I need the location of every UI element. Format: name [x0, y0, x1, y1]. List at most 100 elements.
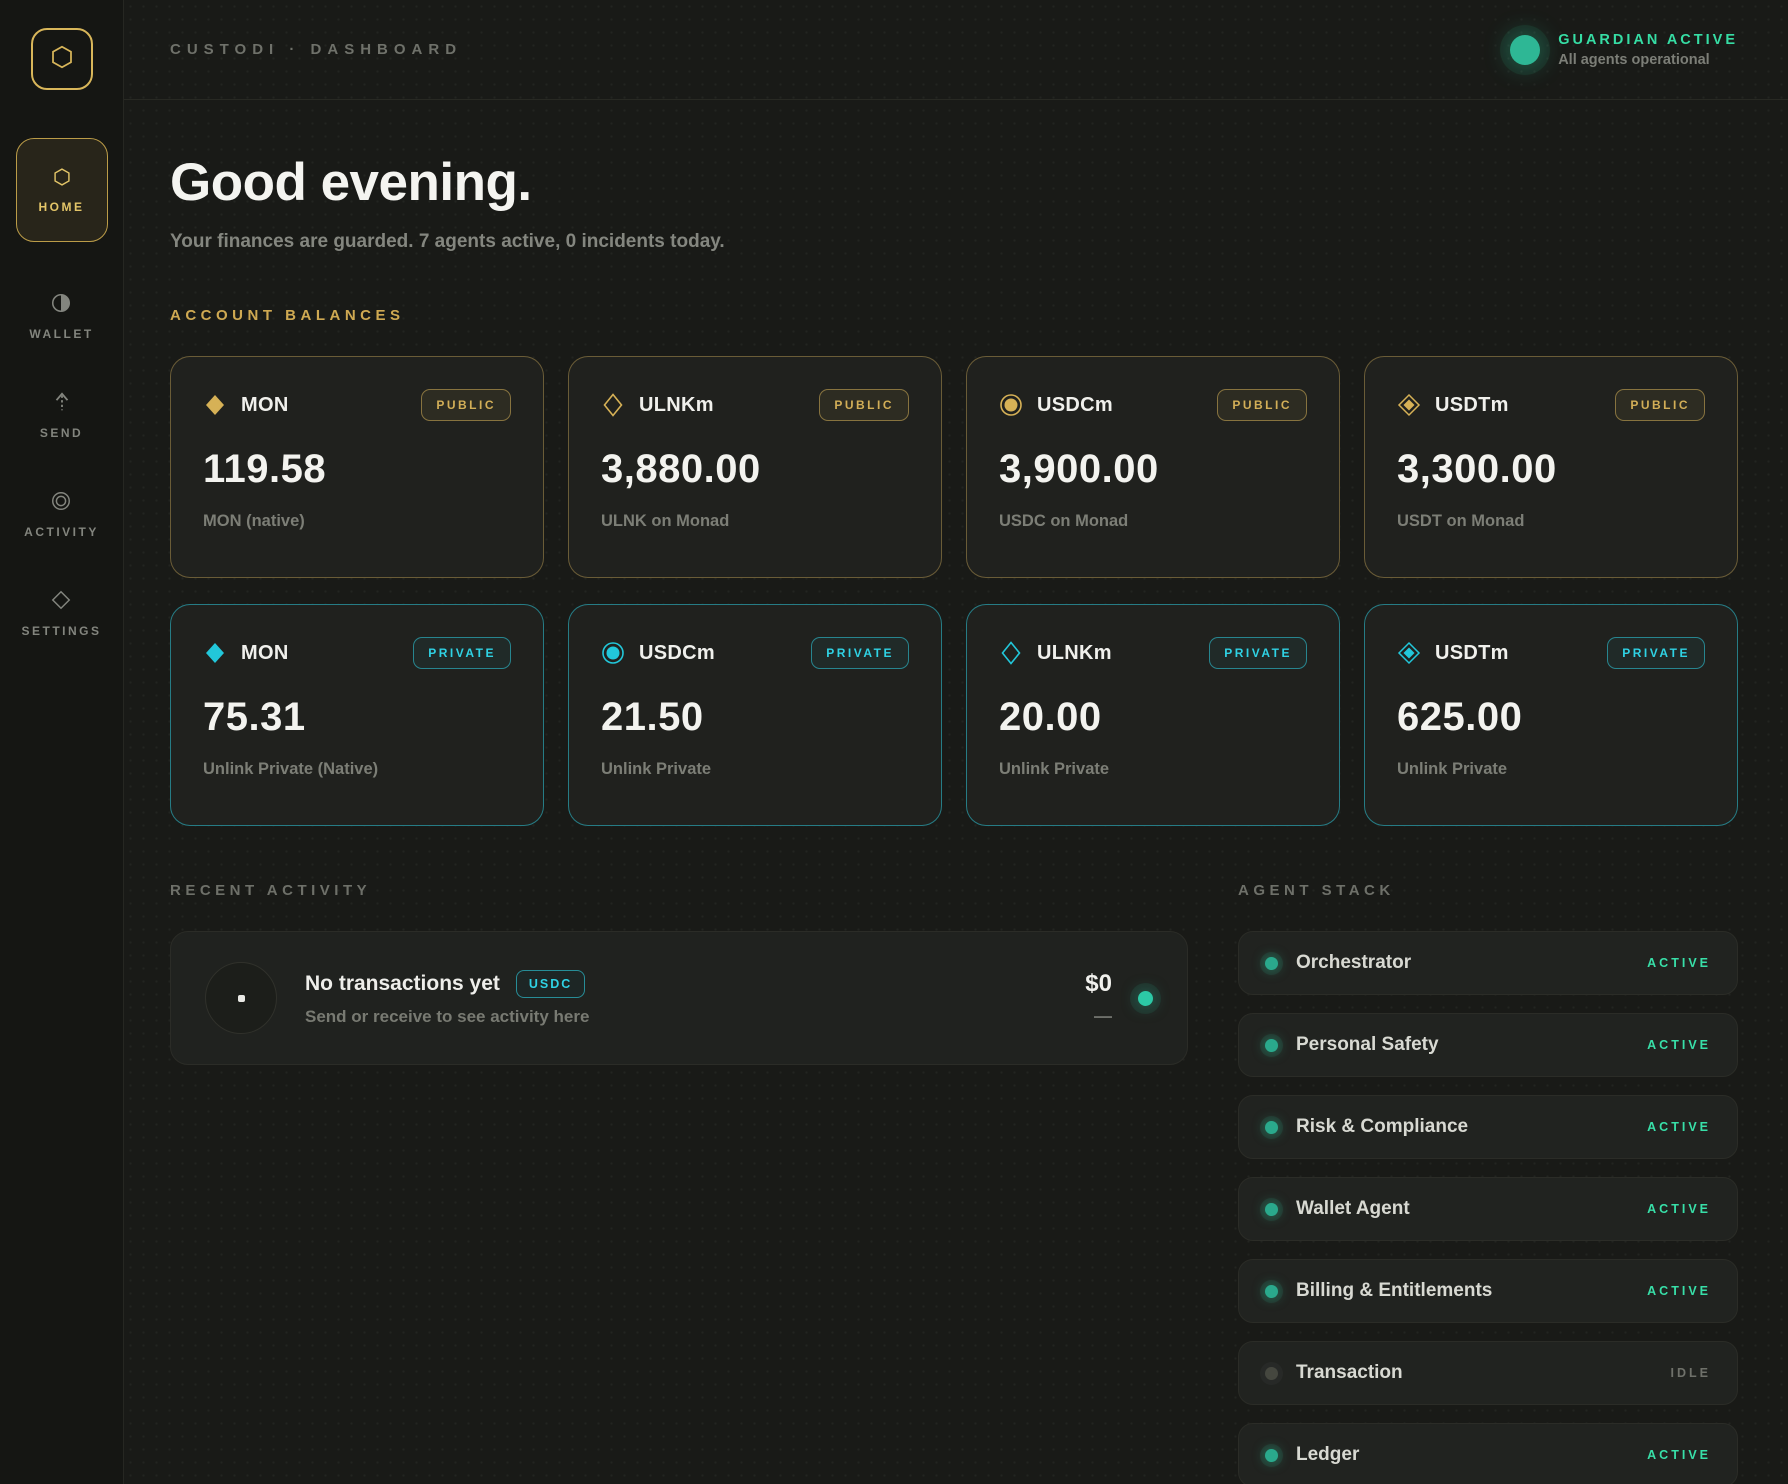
sidebar-item-home[interactable]: HOME [16, 138, 108, 242]
activity-amount-sub: — [1085, 1006, 1112, 1027]
sidebar-item-wallet[interactable]: WALLET [29, 292, 93, 341]
sidebar-item-label: WALLET [29, 327, 93, 341]
teal-status-dot-icon [1138, 991, 1153, 1006]
concentric-circles-icon [50, 490, 72, 512]
agent-status: ACTIVE [1647, 1038, 1711, 1052]
agent-name: Transaction [1296, 1362, 1403, 1384]
guardian-status-subtitle: All agents operational [1558, 52, 1738, 68]
balance-note: Unlink Private [601, 760, 909, 779]
usdc-circle-icon [601, 641, 625, 665]
agent-status-dot-icon [1265, 1285, 1278, 1298]
balance-amount: 21.50 [601, 695, 909, 740]
balance-card-usdtm-public[interactable]: USDTm PUBLIC 3,300.00 USDT on Monad [1364, 356, 1738, 578]
token-symbol: MON [241, 394, 289, 417]
balance-card-ulnkm-private[interactable]: ULNKm PRIVATE 20.00 Unlink Private [966, 604, 1340, 826]
agent-name: Wallet Agent [1296, 1198, 1410, 1220]
usdc-badge: USDC [516, 970, 585, 998]
usdt-diamond-icon [1397, 393, 1421, 417]
visibility-badge: PRIVATE [811, 637, 909, 669]
sidebar: HOME WALLET SEND [0, 0, 124, 1484]
mon-diamond-icon [203, 393, 227, 417]
token-symbol: USDTm [1435, 394, 1509, 417]
balance-note: USDT on Monad [1397, 512, 1705, 531]
agent-name: Billing & Entitlements [1296, 1280, 1492, 1302]
balance-note: Unlink Private [999, 760, 1307, 779]
agent-status-dot-icon [1265, 1039, 1278, 1052]
balance-card-usdtm-private[interactable]: USDTm PRIVATE 625.00 Unlink Private [1364, 604, 1738, 826]
agent-row-personal-safety[interactable]: Personal Safety ACTIVE [1238, 1013, 1738, 1077]
visibility-badge: PRIVATE [1607, 637, 1705, 669]
sidebar-nav: HOME WALLET SEND [16, 138, 108, 638]
agent-status: IDLE [1671, 1366, 1711, 1380]
token-symbol: MON [241, 642, 289, 665]
balance-note: USDC on Monad [999, 512, 1307, 531]
activity-amount: $0 [1085, 970, 1112, 998]
balance-amount: 3,900.00 [999, 447, 1307, 492]
breadcrumb: CUSTODI · DASHBOARD [170, 41, 462, 58]
balance-amount: 20.00 [999, 695, 1307, 740]
guardian-status: GUARDIAN ACTIVE All agents operational [1510, 32, 1738, 68]
agent-status: ACTIVE [1647, 1448, 1711, 1462]
token-symbol: USDCm [1037, 394, 1113, 417]
send-arrow-up-icon [52, 391, 72, 413]
agent-name: Personal Safety [1296, 1034, 1439, 1056]
agent-row-orchestrator[interactable]: Orchestrator ACTIVE [1238, 931, 1738, 995]
visibility-badge: PRIVATE [413, 637, 511, 669]
visibility-badge: PUBLIC [1217, 389, 1307, 421]
agent-status-dot-icon [1265, 1203, 1278, 1216]
agent-name: Risk & Compliance [1296, 1116, 1468, 1138]
balance-note: Unlink Private (Native) [203, 760, 511, 779]
recent-activity-section: RECENT ACTIVITY No transactions yet USDC… [170, 882, 1188, 1484]
sidebar-item-send[interactable]: SEND [40, 391, 83, 440]
balance-grid: MON PUBLIC 119.58 MON (native) ULNKm [170, 356, 1738, 826]
balance-amount: 625.00 [1397, 695, 1705, 740]
agent-row-ledger[interactable]: Ledger ACTIVE [1238, 1423, 1738, 1484]
balance-card-ulnkm-public[interactable]: ULNKm PUBLIC 3,880.00 ULNK on Monad [568, 356, 942, 578]
balance-card-mon-private[interactable]: MON PRIVATE 75.31 Unlink Private (Native… [170, 604, 544, 826]
usdc-circle-icon [999, 393, 1023, 417]
activity-title: No transactions yet [305, 972, 500, 996]
agent-row-risk-compliance[interactable]: Risk & Compliance ACTIVE [1238, 1095, 1738, 1159]
guardian-status-title: GUARDIAN ACTIVE [1558, 32, 1738, 48]
ulnk-diamond-outline-icon [999, 641, 1023, 665]
hexagon-icon [52, 167, 72, 187]
diamond-outline-icon [50, 589, 72, 611]
hexagon-logo-icon [49, 44, 75, 75]
agent-status: ACTIVE [1647, 1120, 1711, 1134]
agent-stack-section: AGENT STACK Orchestrator ACTIVE Personal… [1238, 882, 1738, 1484]
ulnk-diamond-outline-icon [601, 393, 625, 417]
sidebar-item-label: HOME [39, 200, 85, 214]
agent-status: ACTIVE [1647, 956, 1711, 970]
agent-row-transaction[interactable]: Transaction IDLE [1238, 1341, 1738, 1405]
agent-status-dot-icon [1265, 1367, 1278, 1380]
wallet-half-circle-icon [50, 292, 72, 314]
topbar: CUSTODI · DASHBOARD GUARDIAN ACTIVE All … [124, 0, 1788, 100]
balance-amount: 75.31 [203, 695, 511, 740]
custodi-dashboard: HOME WALLET SEND [0, 0, 1788, 1484]
visibility-badge: PUBLIC [1615, 389, 1705, 421]
usdt-diamond-icon [1397, 641, 1421, 665]
sidebar-item-label: ACTIVITY [24, 525, 99, 539]
app-logo[interactable] [31, 28, 93, 90]
balance-card-usdcm-private[interactable]: USDCm PRIVATE 21.50 Unlink Private [568, 604, 942, 826]
balance-note: Unlink Private [1397, 760, 1705, 779]
token-symbol: USDCm [639, 642, 715, 665]
avatar [205, 962, 277, 1034]
main-area: CUSTODI · DASHBOARD GUARDIAN ACTIVE All … [124, 0, 1788, 1484]
mon-diamond-icon [203, 641, 227, 665]
token-symbol: ULNKm [1037, 642, 1112, 665]
agent-row-wallet-agent[interactable]: Wallet Agent ACTIVE [1238, 1177, 1738, 1241]
agent-row-billing-entitlements[interactable]: Billing & Entitlements ACTIVE [1238, 1259, 1738, 1323]
agent-status-dot-icon [1265, 957, 1278, 970]
agent-name: Orchestrator [1296, 952, 1411, 974]
balance-card-usdcm-public[interactable]: USDCm PUBLIC 3,900.00 USDC on Monad [966, 356, 1340, 578]
sidebar-item-activity[interactable]: ACTIVITY [24, 490, 99, 539]
activity-empty-state: No transactions yet USDC Send or receive… [170, 931, 1188, 1065]
balance-card-mon-public[interactable]: MON PUBLIC 119.58 MON (native) [170, 356, 544, 578]
sidebar-item-settings[interactable]: SETTINGS [21, 589, 101, 638]
balance-amount: 3,300.00 [1397, 447, 1705, 492]
account-balances-label: ACCOUNT BALANCES [170, 307, 1738, 324]
page-subtitle: Your finances are guarded. 7 agents acti… [170, 231, 1738, 253]
content: Good evening. Your finances are guarded.… [124, 152, 1788, 1484]
token-symbol: USDTm [1435, 642, 1509, 665]
